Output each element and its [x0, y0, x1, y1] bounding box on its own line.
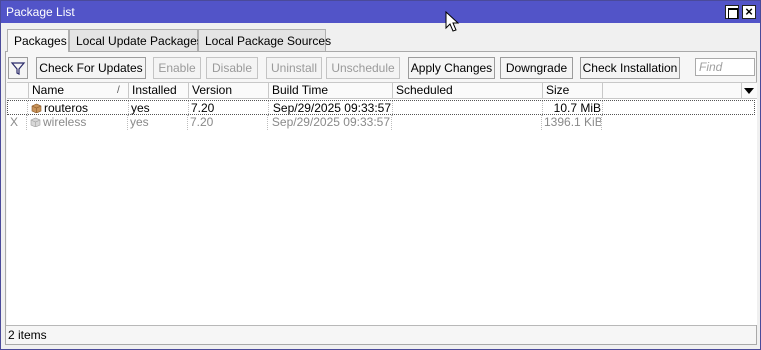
row-flag [10, 101, 28, 116]
find-input[interactable]: Find [695, 58, 755, 76]
column-header-size[interactable]: Size [543, 83, 603, 99]
uninstall-button[interactable]: Uninstall [266, 57, 322, 79]
row-version: 7.20 [191, 101, 269, 116]
package-icon [30, 117, 41, 127]
item-count: 2 items [8, 328, 47, 342]
column-header-version[interactable]: Version [189, 83, 269, 99]
mouse-cursor-icon [445, 11, 460, 32]
column-header-name[interactable]: Name / [29, 83, 129, 99]
tab-local-update-packages[interactable]: Local Update Packages [69, 29, 203, 51]
filter-icon [10, 62, 26, 75]
column-header-flag[interactable] [7, 83, 29, 99]
status-bar: 2 items [6, 325, 756, 344]
row-version: 7.20 [190, 115, 268, 130]
downgrade-button[interactable]: Downgrade [500, 57, 573, 79]
row-scheduled [394, 115, 542, 130]
tab-local-package-sources[interactable]: Local Package Sources [198, 29, 331, 51]
tab-packages[interactable]: Packages [7, 29, 69, 52]
enable-button[interactable]: Enable [153, 57, 201, 79]
column-menu-button[interactable] [742, 83, 757, 99]
row-flag: X [10, 115, 27, 130]
disable-button[interactable]: Disable [206, 57, 258, 79]
table-row[interactable]: X wireless yes 7.20 Sep/29/2025 09:33:57… [7, 115, 755, 130]
column-header-installed[interactable]: Installed [129, 83, 189, 99]
column-header-scheduled[interactable]: Scheduled [393, 83, 543, 99]
package-icon [31, 103, 42, 113]
filter-button[interactable] [8, 57, 28, 79]
check-installation-button[interactable]: Check Installation [580, 57, 680, 79]
title-bar[interactable]: Package List × [1, 1, 760, 23]
row-installed: yes [130, 115, 188, 130]
row-size: 10.7 MiB [545, 101, 603, 116]
column-header-filler [603, 83, 742, 99]
column-header-build-time[interactable]: Build Time [269, 83, 393, 99]
row-build-time: Sep/29/2025 09:33:57 [271, 115, 392, 130]
packages-table: Name / Installed Version Build Time Sche… [7, 82, 757, 325]
maximize-button[interactable] [725, 5, 739, 19]
row-size: 1396.1 KiB [544, 115, 602, 130]
package-list-window: Package List × Packages Local Update Pac… [0, 0, 761, 350]
row-scheduled [395, 101, 543, 116]
sort-indicator-icon: / [117, 85, 120, 96]
row-installed: yes [131, 101, 189, 116]
row-name: wireless [43, 115, 128, 130]
table-row[interactable]: routeros yes 7.20 Sep/29/2025 09:33:57 1… [7, 100, 755, 116]
window-title: Package List [6, 5, 75, 19]
close-button[interactable]: × [742, 5, 756, 19]
unschedule-button[interactable]: Unschedule [326, 57, 400, 79]
packages-panel: Check For Updates Enable Disable Uninsta… [5, 51, 757, 345]
check-for-updates-button[interactable]: Check For Updates [36, 57, 146, 79]
row-name: routeros [44, 101, 129, 116]
apply-changes-button[interactable]: Apply Changes [408, 57, 495, 79]
row-build-time: Sep/29/2025 09:33:57 [272, 101, 393, 116]
